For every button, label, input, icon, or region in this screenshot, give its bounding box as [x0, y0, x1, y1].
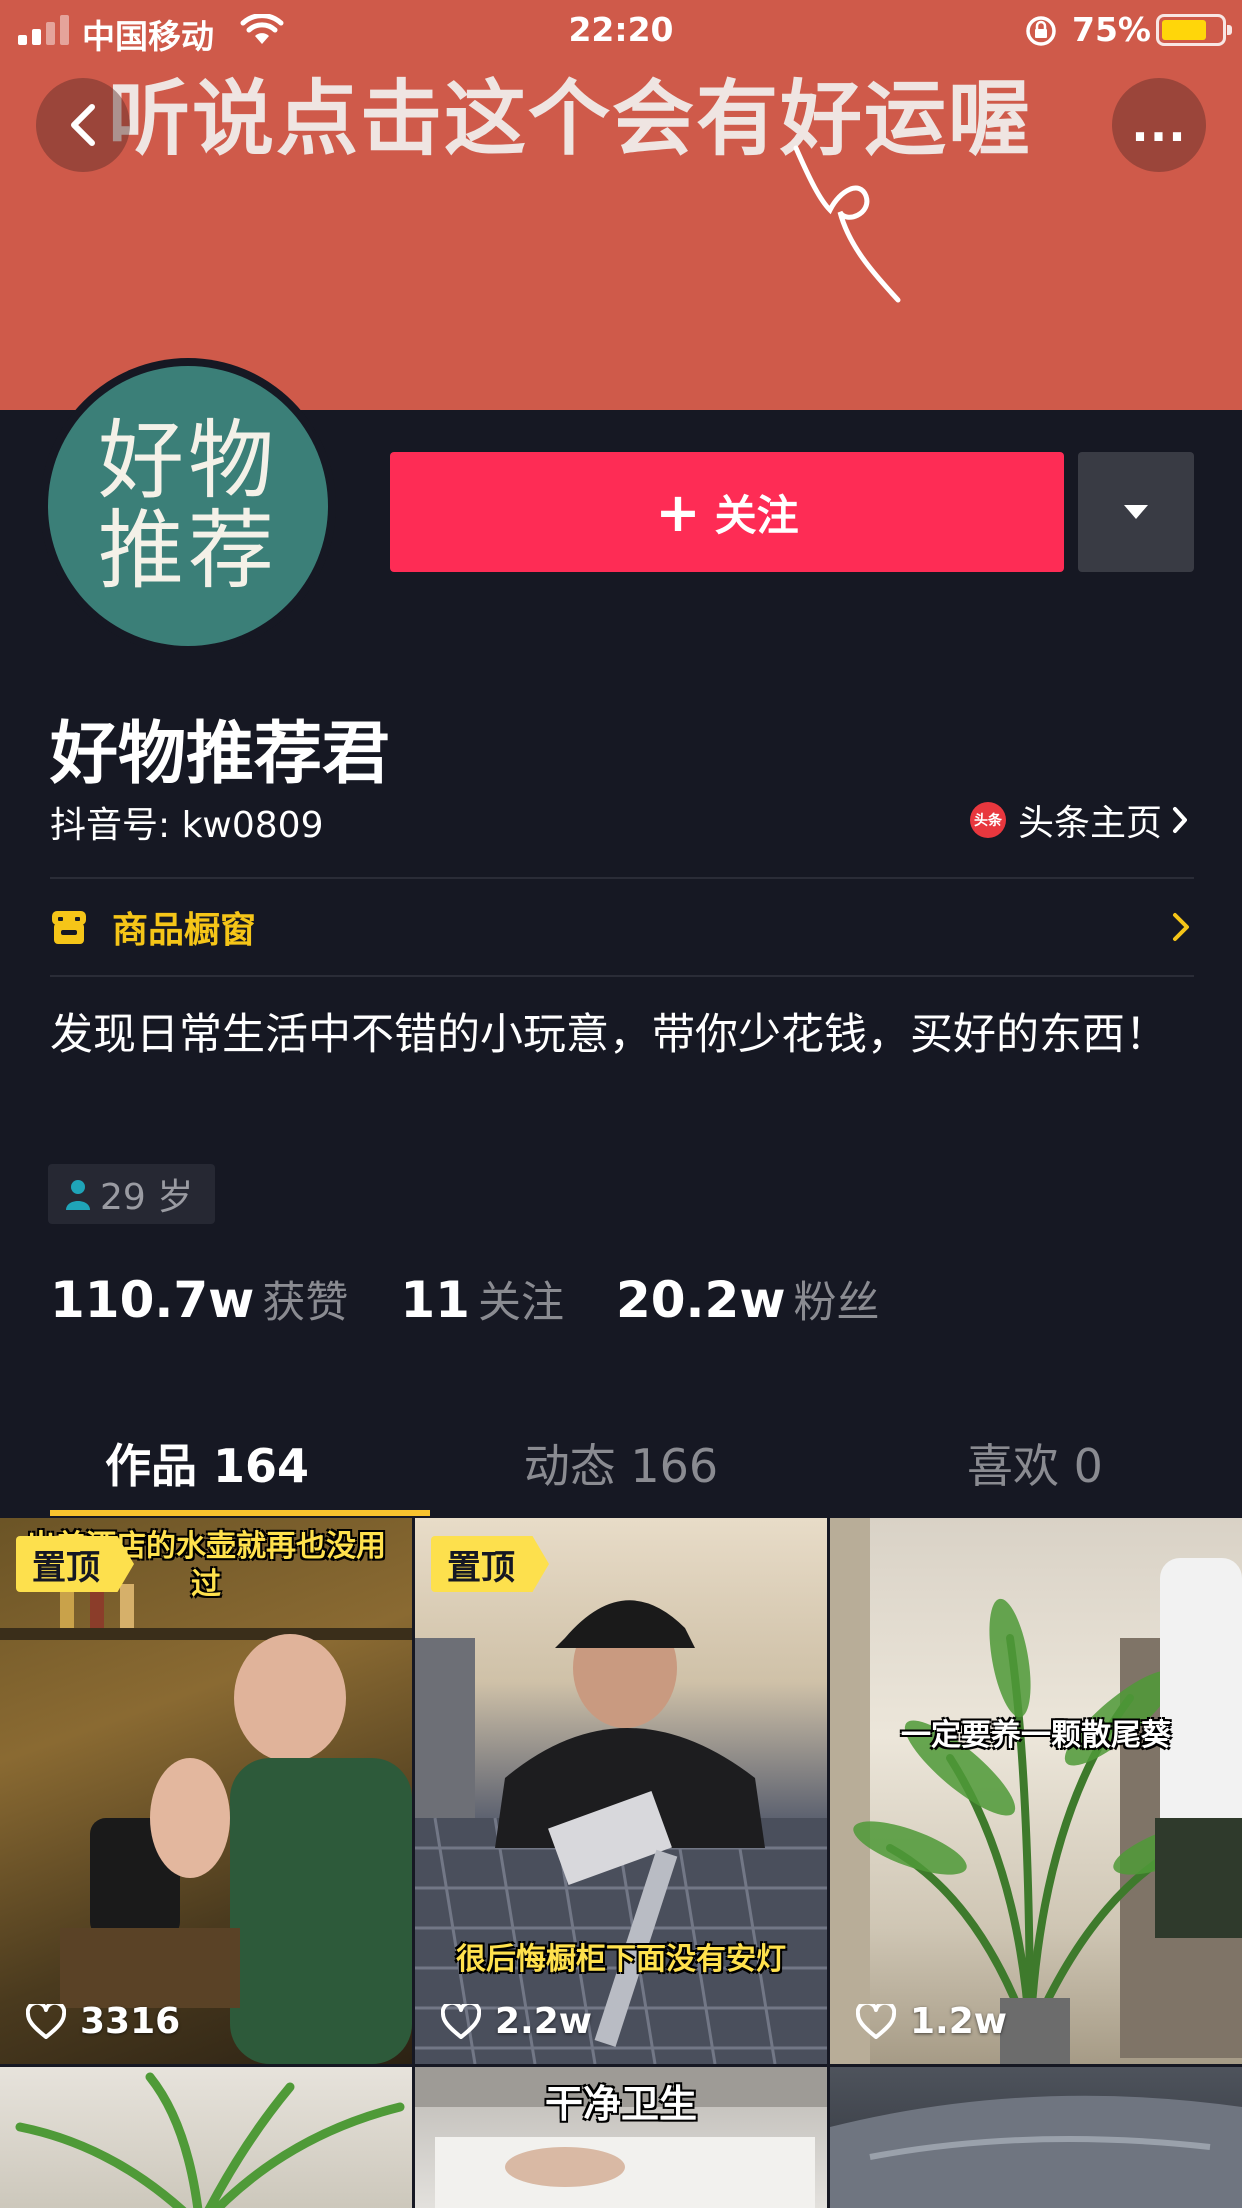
video-caption: 很后悔橱柜下面没有安灯	[456, 1942, 786, 1977]
pinned-badge: 置顶	[16, 1536, 134, 1592]
shop-window-row[interactable]: 商品橱窗	[50, 880, 1194, 974]
chevron-right-icon	[1173, 913, 1189, 941]
like-count-text: 1.2w	[910, 2001, 1008, 2042]
orientation-lock-icon	[1026, 16, 1056, 46]
video-thumbnail[interactable]	[0, 2067, 412, 2208]
follow-label: 关注	[714, 490, 799, 540]
battery-percent: 75%	[1072, 10, 1151, 49]
profile-tabs: 作品 164 动态 166 喜欢 0	[0, 1408, 1242, 1518]
stat-value: 20.2w	[615, 1271, 786, 1329]
nickname: 好物推荐君	[50, 715, 391, 794]
video-thumbnail[interactable]: 置顶 很后悔橱柜下面没有安灯 2.2w	[415, 1518, 827, 2064]
battery-icon	[1156, 14, 1232, 46]
toutiao-homepage-link[interactable]: 头条 头条主页	[969, 794, 1188, 846]
video-thumbnail[interactable]: 干净卫生	[415, 2067, 827, 2208]
like-count-text: 3316	[80, 2001, 181, 2042]
recommend-dropdown-button[interactable]	[1078, 452, 1194, 572]
heart-icon	[26, 2003, 66, 2039]
age-label: 29 岁	[100, 1177, 194, 1218]
tab-liked[interactable]: 喜欢 0	[828, 1408, 1242, 1518]
plus-icon: +	[655, 480, 701, 544]
video-thumbnail[interactable]	[830, 2067, 1242, 2208]
banner-text: 听说点击这个会有好运喔	[108, 72, 1033, 167]
more-icon: ...	[1131, 98, 1187, 152]
avatar-text-line1: 好物	[98, 410, 278, 511]
shop-window-label: 商品橱窗	[112, 910, 257, 951]
heart-icon	[856, 2003, 896, 2039]
stat-following[interactable]: 11 关注	[400, 1268, 564, 1330]
chevron-right-icon	[1173, 807, 1187, 833]
divider	[50, 877, 1194, 879]
video-thumbnail[interactable]: 出差酒店的水壶就再也没用过 置顶 3316	[0, 1518, 412, 2064]
status-bar: 中国移动 22:20 75%	[0, 0, 1242, 60]
more-button[interactable]: ...	[1112, 78, 1206, 172]
follow-button[interactable]: + 关注	[390, 452, 1064, 572]
battery-level	[1162, 20, 1206, 40]
video-caption: 一定要养一颗散尾葵	[901, 1718, 1171, 1753]
toutiao-icon: 头条	[969, 802, 1006, 838]
stat-likes: 110.7w 获赞	[50, 1268, 348, 1330]
age-tag: 29 岁	[48, 1164, 216, 1224]
profile-banner: 听说点击这个会有好运喔	[0, 0, 1242, 410]
stat-value: 110.7w	[50, 1271, 255, 1329]
thumbnail-image	[830, 2095, 1242, 2208]
toutiao-label: 头条主页	[1017, 803, 1162, 844]
stat-value: 11	[400, 1271, 470, 1329]
person-icon	[66, 1180, 90, 1210]
triangle-down-icon	[1124, 505, 1148, 519]
stat-label: 粉丝	[793, 1278, 880, 1328]
thumbnail-image	[15, 2072, 405, 2208]
chevron-left-icon	[71, 104, 95, 146]
divider	[50, 975, 1194, 977]
video-grid: 出差酒店的水壶就再也没用过 置顶 3316 置顶 很后悔橱柜下面没有安灯 2.2…	[0, 1518, 1242, 2208]
avatar-text-line2: 推荐	[98, 501, 278, 601]
shop-icon	[52, 911, 86, 944]
avatar-image: 好物 推荐	[48, 366, 328, 646]
pinned-badge: 置顶	[431, 1536, 549, 1592]
video-thumbnail[interactable]: 一定要养一颗散尾葵 1.2w	[830, 1518, 1242, 2064]
tab-indicator	[50, 1510, 430, 1516]
video-caption: 干净卫生	[544, 2082, 697, 2126]
bio: 发现日常生活中不错的小玩意，带你少花钱，买好的东西！	[50, 1010, 1168, 1060]
stats-row: 110.7w 获赞 11 关注 20.2w 粉丝	[50, 1268, 932, 1330]
tab-works[interactable]: 作品 164	[0, 1408, 414, 1518]
tab-moments[interactable]: 动态 166	[414, 1408, 828, 1518]
avatar[interactable]: 好物 推荐	[40, 358, 336, 654]
back-button[interactable]	[36, 78, 130, 172]
stat-label: 获赞	[262, 1278, 349, 1328]
like-count-text: 2.2w	[495, 2001, 593, 2042]
like-count: 2.2w	[441, 2001, 592, 2042]
like-count: 3316	[26, 2001, 180, 2042]
like-count: 1.2w	[856, 2001, 1007, 2042]
thumbnail-image	[415, 1600, 827, 2064]
doodle-arrow-icon	[793, 145, 901, 303]
stat-label: 关注	[477, 1278, 564, 1328]
douyin-id: 抖音号: kw0809	[50, 805, 324, 846]
thumbnail-image	[830, 1518, 1242, 2064]
heart-icon	[441, 2003, 481, 2039]
stat-followers[interactable]: 20.2w 粉丝	[616, 1268, 880, 1330]
